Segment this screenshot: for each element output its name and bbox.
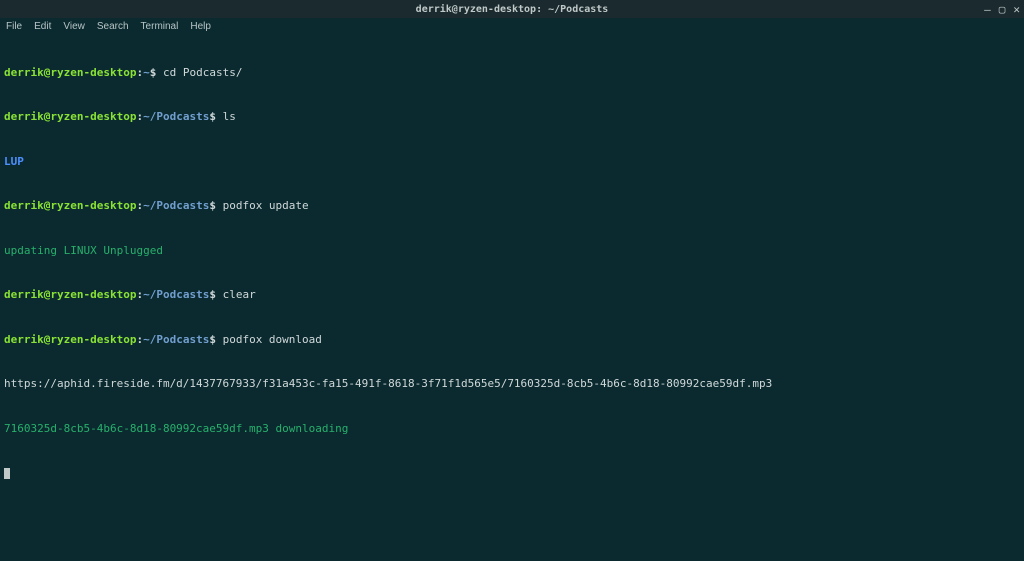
terminal-line: https://aphid.fireside.fm/d/1437767933/f… bbox=[4, 377, 1020, 392]
close-icon[interactable]: ✕ bbox=[1013, 4, 1020, 15]
prompt-tilde: ~ bbox=[143, 110, 150, 123]
prompt-dollar: $ bbox=[209, 110, 222, 123]
menu-terminal[interactable]: Terminal bbox=[141, 21, 179, 32]
ls-output-dir: LUP bbox=[4, 155, 24, 168]
output-text: updating LINUX Unplugged bbox=[4, 244, 163, 257]
terminal-line: derrik@ryzen-desktop:~/Podcasts$ podfox … bbox=[4, 333, 1020, 348]
menu-help[interactable]: Help bbox=[190, 21, 211, 32]
output-text: 7160325d-8cb5-4b6c-8d18-80992cae59df.mp3… bbox=[4, 422, 348, 435]
menubar: File Edit View Search Terminal Help bbox=[0, 18, 1024, 34]
output-text: https://aphid.fireside.fm/d/1437767933/f… bbox=[4, 377, 772, 390]
command-text: ls bbox=[223, 110, 236, 123]
maximize-icon[interactable]: ▢ bbox=[999, 4, 1006, 15]
window-titlebar: derrik@ryzen-desktop: ~/Podcasts — ▢ ✕ bbox=[0, 0, 1024, 18]
window-controls: — ▢ ✕ bbox=[984, 0, 1020, 18]
prompt-path: /Podcasts bbox=[150, 288, 210, 301]
command-text: podfox download bbox=[223, 333, 322, 346]
command-text: cd Podcasts/ bbox=[163, 66, 242, 79]
cursor-icon bbox=[4, 468, 10, 479]
terminal-line: derrik@ryzen-desktop:~/Podcasts$ ls bbox=[4, 110, 1020, 125]
prompt-user: derrik bbox=[4, 66, 44, 79]
prompt-user: derrik bbox=[4, 333, 44, 346]
minimize-icon[interactable]: — bbox=[984, 4, 991, 15]
window-title: derrik@ryzen-desktop: ~/Podcasts bbox=[416, 4, 609, 15]
prompt-user: derrik bbox=[4, 199, 44, 212]
prompt-host: ryzen-desktop bbox=[50, 110, 136, 123]
menu-search[interactable]: Search bbox=[97, 21, 129, 32]
prompt-host: ryzen-desktop bbox=[50, 288, 136, 301]
terminal-line bbox=[4, 466, 1020, 481]
prompt-host: ryzen-desktop bbox=[50, 333, 136, 346]
terminal-line: derrik@ryzen-desktop:~/Podcasts$ podfox … bbox=[4, 199, 1020, 214]
menu-edit[interactable]: Edit bbox=[34, 21, 51, 32]
prompt-tilde: ~ bbox=[143, 333, 150, 346]
prompt-path: /Podcasts bbox=[150, 110, 210, 123]
prompt-host: ryzen-desktop bbox=[50, 199, 136, 212]
prompt-path: /Podcasts bbox=[150, 199, 210, 212]
prompt-path: /Podcasts bbox=[150, 333, 210, 346]
terminal-line: updating LINUX Unplugged bbox=[4, 244, 1020, 259]
menu-file[interactable]: File bbox=[6, 21, 22, 32]
prompt-tilde: ~ bbox=[143, 199, 150, 212]
prompt-dollar: $ bbox=[150, 66, 163, 79]
prompt-user: derrik bbox=[4, 288, 44, 301]
prompt-host: ryzen-desktop bbox=[50, 66, 136, 79]
command-text: podfox update bbox=[223, 199, 309, 212]
prompt-tilde: ~ bbox=[143, 288, 150, 301]
terminal-output[interactable]: derrik@ryzen-desktop:~$ cd Podcasts/ der… bbox=[0, 34, 1024, 498]
terminal-line: LUP bbox=[4, 155, 1020, 170]
terminal-line: 7160325d-8cb5-4b6c-8d18-80992cae59df.mp3… bbox=[4, 422, 1020, 437]
prompt-tilde: ~ bbox=[143, 66, 150, 79]
command-text: clear bbox=[223, 288, 256, 301]
terminal-line: derrik@ryzen-desktop:~/Podcasts$ clear bbox=[4, 288, 1020, 303]
terminal-line: derrik@ryzen-desktop:~$ cd Podcasts/ bbox=[4, 66, 1020, 81]
menu-view[interactable]: View bbox=[63, 21, 85, 32]
prompt-dollar: $ bbox=[209, 333, 222, 346]
prompt-user: derrik bbox=[4, 110, 44, 123]
prompt-dollar: $ bbox=[209, 199, 222, 212]
prompt-dollar: $ bbox=[209, 288, 222, 301]
